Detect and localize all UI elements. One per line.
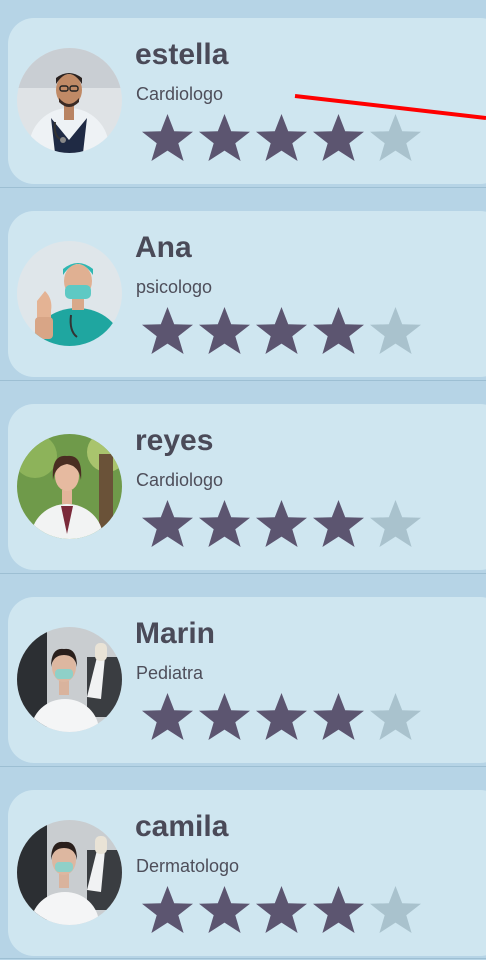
doctor-card[interactable]: reyes Cardiologo — [8, 404, 486, 570]
star-filled-icon — [313, 693, 364, 740]
doctor-in-park-photo-icon — [17, 434, 122, 539]
doctor-specialty: psicologo — [136, 277, 213, 297]
star-empty-icon — [370, 500, 421, 547]
star-filled-icon — [199, 114, 250, 161]
star-filled-icon — [313, 307, 364, 354]
rating-stars — [139, 305, 424, 355]
card-divider — [0, 766, 486, 767]
star-filled-icon — [313, 886, 364, 933]
star-filled-icon — [142, 500, 193, 547]
rating-stars — [139, 884, 424, 934]
rating-stars — [139, 112, 424, 162]
doctor-specialty: Dermatologo — [136, 856, 240, 876]
card-divider — [0, 573, 486, 574]
star-filled-icon — [142, 693, 193, 740]
rating-stars — [139, 498, 424, 548]
star-empty-icon — [370, 693, 421, 740]
doctor-specialty: Pediatra — [136, 663, 204, 683]
star-filled-icon — [256, 114, 307, 161]
doctor-name: Ana — [135, 231, 192, 264]
star-filled-icon — [256, 500, 307, 547]
doctor-with-stethoscope-photo-icon — [17, 48, 122, 153]
doctor-card[interactable]: Marin Pediatra — [8, 597, 486, 763]
star-filled-icon — [256, 307, 307, 354]
doctor-specialty: Cardiologo — [136, 84, 224, 104]
star-empty-icon — [370, 114, 421, 161]
surgeon-thumbs-up-photo-icon — [17, 241, 122, 346]
star-empty-icon — [370, 886, 421, 933]
star-filled-icon — [199, 693, 250, 740]
star-filled-icon — [142, 307, 193, 354]
star-filled-icon — [256, 693, 307, 740]
doctor-avatar — [17, 434, 122, 539]
doctor-name: estella — [135, 38, 229, 71]
star-filled-icon — [142, 114, 193, 161]
star-filled-icon — [142, 886, 193, 933]
doctor-card[interactable]: camila Dermatologo — [8, 790, 486, 956]
rating-stars — [139, 691, 424, 741]
doctor-avatar — [17, 241, 122, 346]
doctor-with-mask-waving-photo-icon — [17, 820, 122, 925]
doctor-list: estella Cardiologo Ana psicologo reyes C… — [0, 0, 486, 960]
doctor-specialty: Cardiologo — [136, 470, 224, 490]
doctor-card[interactable]: estella Cardiologo — [8, 18, 486, 184]
doctor-card[interactable]: Ana psicologo — [8, 211, 486, 377]
star-filled-icon — [313, 500, 364, 547]
doctor-name: camila — [135, 810, 229, 843]
card-divider — [0, 958, 486, 959]
doctor-name: Marin — [135, 617, 216, 650]
star-filled-icon — [313, 114, 364, 161]
star-filled-icon — [199, 886, 250, 933]
star-empty-icon — [370, 307, 421, 354]
card-divider — [0, 187, 486, 188]
star-filled-icon — [256, 886, 307, 933]
doctor-name: reyes — [135, 424, 214, 457]
doctor-avatar — [17, 820, 122, 925]
doctor-avatar — [17, 627, 122, 732]
doctor-with-mask-waving-photo-icon — [17, 627, 122, 732]
card-divider — [0, 380, 486, 381]
doctor-avatar — [17, 48, 122, 153]
star-filled-icon — [199, 307, 250, 354]
star-filled-icon — [199, 500, 250, 547]
